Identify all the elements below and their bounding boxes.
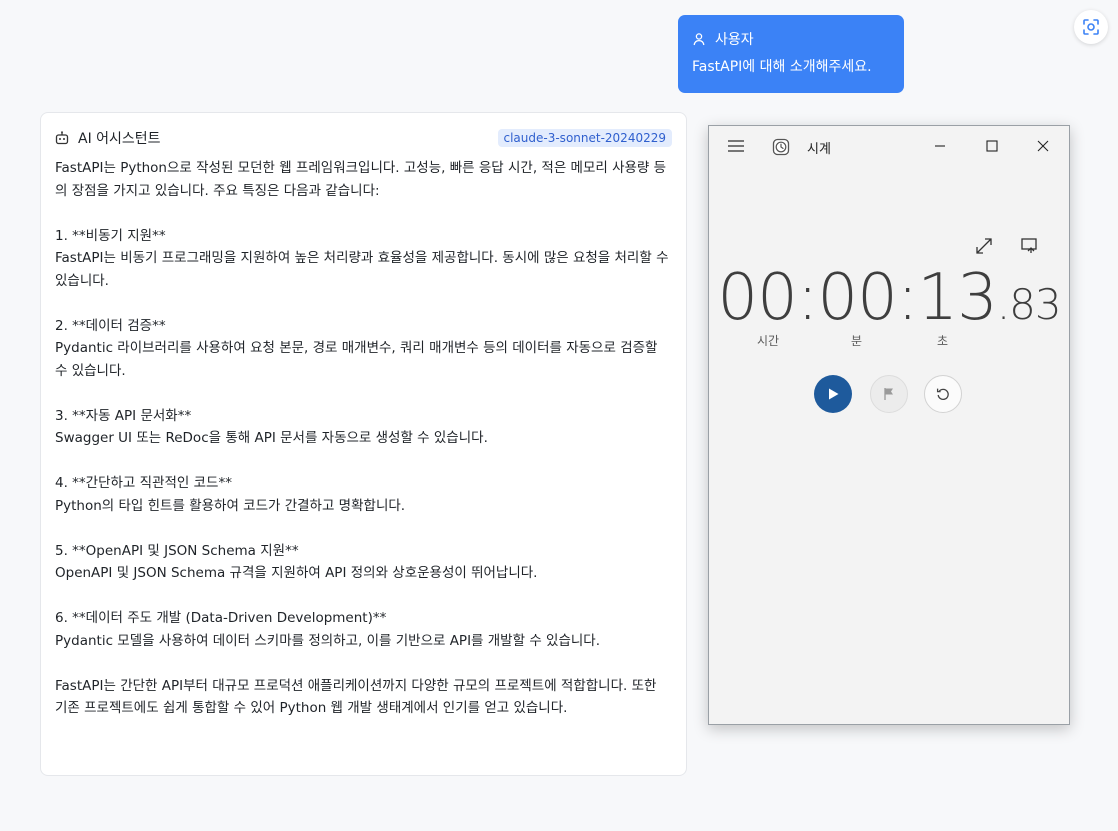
close-icon (1037, 140, 1049, 152)
hamburger-icon[interactable] (723, 136, 749, 156)
robot-icon (55, 131, 69, 145)
unit-minutes-label: 분 (851, 334, 863, 348)
user-label: 사용자 (715, 32, 754, 48)
keep-on-top-icon[interactable] (1017, 234, 1041, 258)
user-message-bubble: 사용자 FastAPI에 대해 소개해주세요. (678, 15, 904, 93)
reset-button[interactable] (924, 375, 962, 413)
assistant-message-header: AI 어시스턴트 claude-3-sonnet-20240229 (55, 127, 672, 149)
user-message-header: 사용자 (692, 29, 890, 49)
model-badge: claude-3-sonnet-20240229 (497, 129, 672, 147)
maximize-button[interactable] (979, 134, 1005, 158)
expand-icon[interactable] (972, 234, 996, 258)
stopwatch-time-fraction: .83 (996, 280, 1062, 329)
stopwatch-time: 00:00:13.83 (709, 262, 1069, 341)
assistant-response-text: FastAPI는 Python으로 작성된 모던한 웹 프레임워크입니다. 고성… (55, 160, 669, 716)
user-message-text: FastAPI에 대해 소개해주세요. (692, 59, 872, 75)
assistant-message-card: AI 어시스턴트 claude-3-sonnet-20240229 FastAP… (40, 112, 687, 776)
window-title-bar: 시계 (709, 126, 1069, 166)
unit-hours-label: 시간 (757, 334, 780, 348)
person-icon (692, 32, 715, 46)
lap-button[interactable] (870, 375, 908, 413)
screenshot-icon (1082, 18, 1100, 36)
window-title: 시계 (807, 142, 831, 157)
assistant-label: AI 어시스턴트 (78, 131, 161, 147)
clock-app-icon (771, 137, 791, 157)
minimize-button[interactable] (927, 134, 953, 158)
unit-seconds-label: 초 (937, 334, 949, 348)
stopwatch-time-main: 00:00:13 (717, 261, 997, 335)
close-button[interactable] (1030, 134, 1056, 158)
start-button[interactable] (814, 375, 852, 413)
maximize-icon (986, 140, 998, 152)
reset-icon (935, 386, 951, 402)
clock-app-window: 시계 00:00:13.83 시간 분 초 (708, 125, 1070, 725)
play-icon (826, 387, 840, 401)
screenshot-button[interactable] (1074, 10, 1108, 44)
minimize-icon (934, 140, 946, 152)
flag-icon (882, 387, 896, 401)
